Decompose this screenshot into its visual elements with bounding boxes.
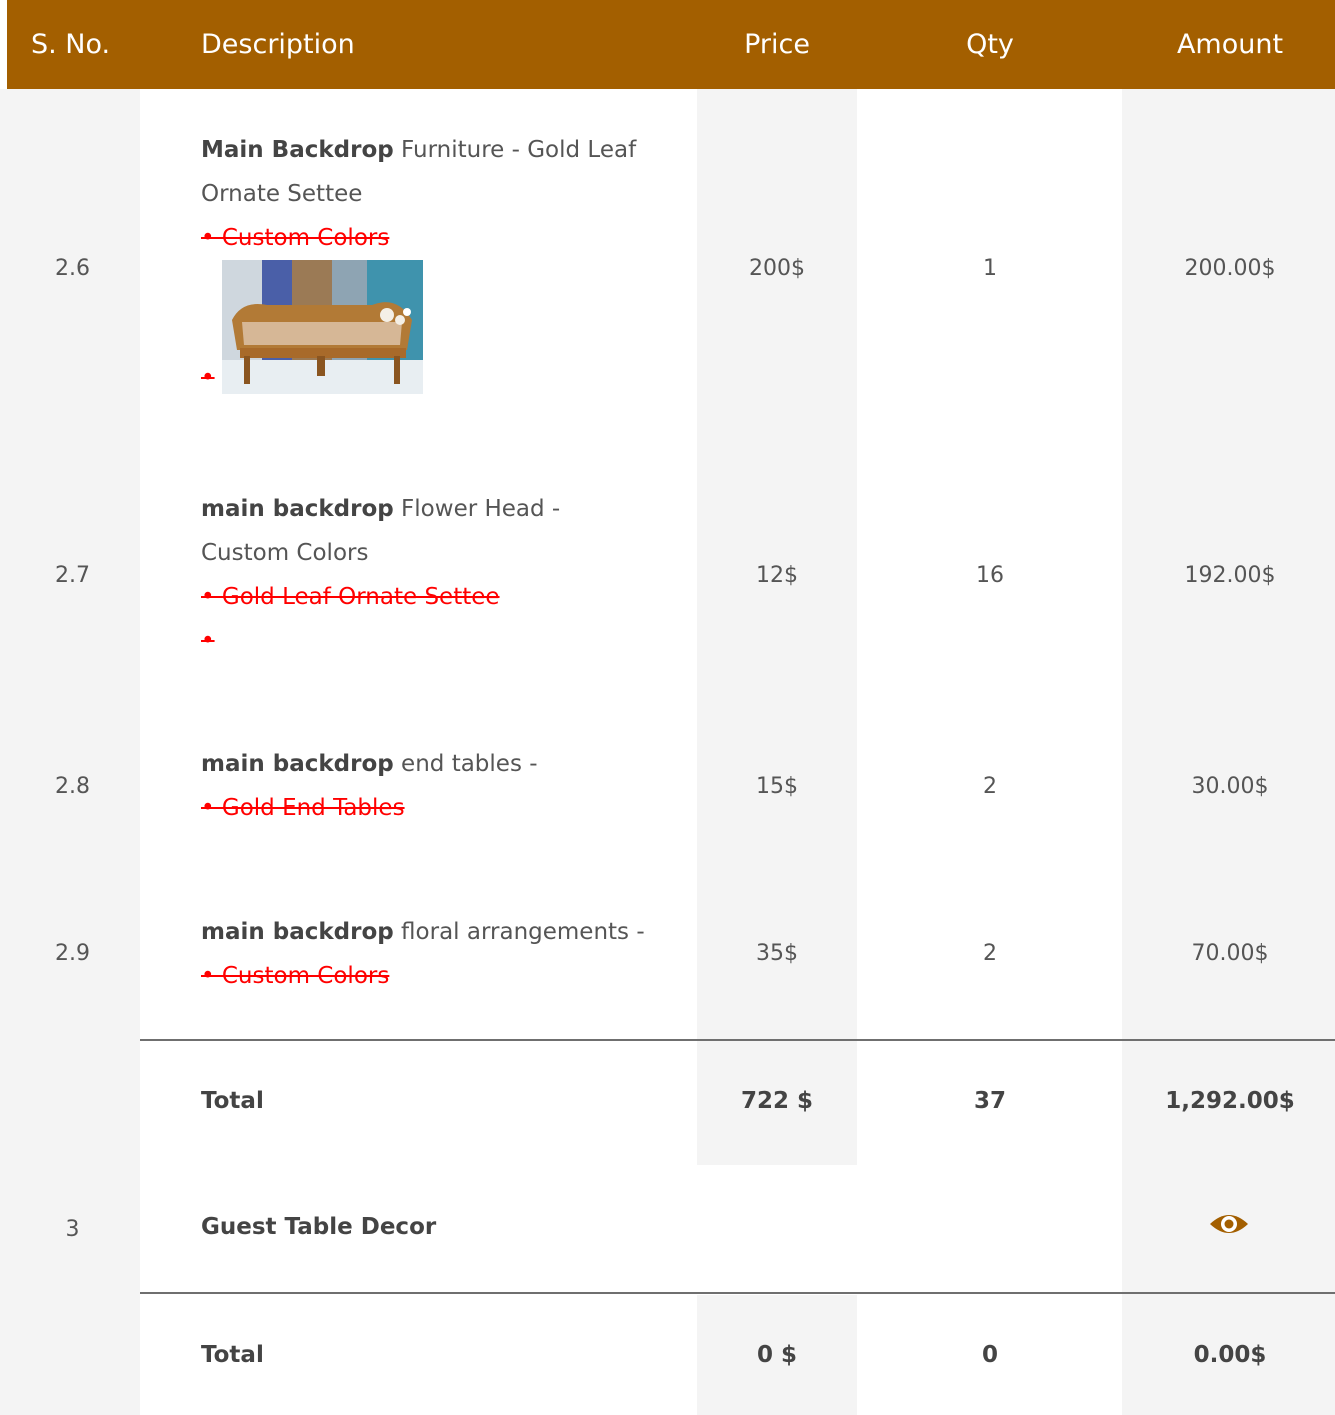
- total-price: 722 $: [740, 1088, 814, 1114]
- total-label: Total: [201, 1342, 264, 1368]
- section-title: Guest Table Decor: [201, 1214, 437, 1240]
- total-price: 0 $: [756, 1342, 797, 1368]
- row-price: 35$: [756, 941, 798, 966]
- total-qty: 0: [981, 1342, 998, 1368]
- row-description: main backdrop Flower Head - Custom Color…: [201, 487, 631, 663]
- total-amount: 1,292.00$: [1165, 1088, 1295, 1114]
- section-sno: 3: [65, 1217, 80, 1242]
- row-amount: 200.00$: [1184, 256, 1276, 281]
- option-item: • Custom Colors: [201, 225, 390, 251]
- option-bullet: •: [201, 628, 215, 654]
- total-divider: [140, 1039, 1335, 1041]
- option-bullet: •: [201, 365, 215, 391]
- row-qty: 16: [976, 563, 1004, 588]
- row-amount: 30.00$: [1191, 774, 1269, 799]
- row-description: main backdrop floral arrangements - • Cu…: [201, 910, 696, 998]
- desc-rest: end tables -: [393, 751, 538, 777]
- row-sno: 2.9: [55, 941, 90, 966]
- total-label: Total: [201, 1088, 264, 1114]
- row-qty: 1: [983, 256, 997, 281]
- product-image-settee[interactable]: [222, 260, 423, 394]
- row-price: 12$: [756, 563, 798, 588]
- option-item: • Gold End Tables: [201, 795, 405, 821]
- desc-rest: floral arrangements -: [393, 919, 645, 945]
- header-qty: Qty: [966, 29, 1014, 60]
- price-column-bg: [697, 89, 857, 1165]
- row-description: main backdrop end tables - • Gold End Ta…: [201, 742, 691, 830]
- eye-icon[interactable]: [1208, 1210, 1250, 1238]
- row-qty: 2: [983, 774, 997, 799]
- header-amount: Amount: [1176, 29, 1284, 60]
- header-price: Price: [744, 29, 810, 60]
- row-amount: 192.00$: [1184, 563, 1276, 588]
- row-price: 15$: [756, 774, 798, 799]
- total-amount: 0.00$: [1193, 1342, 1267, 1368]
- row-amount: 70.00$: [1191, 941, 1269, 966]
- option-item: • Custom Colors: [201, 963, 390, 989]
- row-sno: 2.8: [55, 774, 90, 799]
- header-description: Description: [201, 29, 355, 60]
- desc-bold: main backdrop: [201, 496, 394, 522]
- desc-bold: Main Backdrop: [201, 137, 394, 163]
- desc-bold: main backdrop: [201, 751, 394, 777]
- total-qty: 37: [973, 1088, 1006, 1114]
- row-price: 200$: [749, 256, 805, 281]
- row-description: Main Backdrop Furniture - Gold Leaf Orna…: [201, 128, 691, 260]
- settee-image: [222, 260, 423, 394]
- total-divider: [140, 1292, 1335, 1294]
- table-header: S. No. Description Price Qty Amount: [7, 0, 1335, 89]
- row-qty: 2: [983, 941, 997, 966]
- desc-bold: main backdrop: [201, 919, 394, 945]
- header-sno: S. No.: [31, 29, 111, 60]
- option-item: • Gold Leaf Ornate Settee: [201, 584, 500, 610]
- row-sno: 2.6: [55, 256, 90, 281]
- row-sno: 2.7: [55, 563, 90, 588]
